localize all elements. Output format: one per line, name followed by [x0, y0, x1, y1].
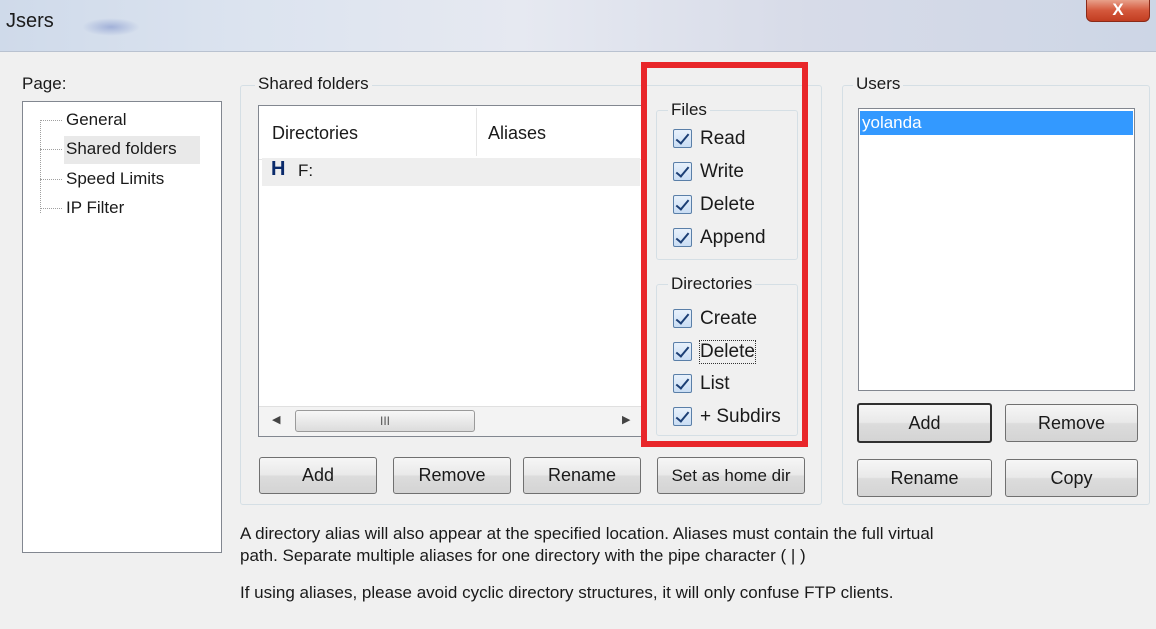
tree-connector [40, 208, 62, 209]
tree-item-ip-filter[interactable]: IP Filter [66, 198, 124, 218]
page-label: Page: [22, 74, 67, 93]
tree-connector [40, 149, 62, 150]
highlight-box [641, 62, 808, 447]
scroll-thumb[interactable]: III [295, 410, 475, 432]
shared-folders-label: Shared folders [255, 74, 372, 94]
column-aliases[interactable]: Aliases [488, 123, 546, 144]
alias-warning: If using aliases, please avoid cyclic di… [240, 583, 894, 602]
rename-user-button[interactable]: Rename [857, 459, 992, 497]
add-folder-button[interactable]: Add [259, 457, 377, 494]
home-dir-icon: H [271, 158, 286, 180]
column-separator [476, 108, 477, 156]
copy-user-button[interactable]: Copy [1005, 459, 1138, 497]
close-button[interactable]: X [1086, 0, 1150, 22]
title-blur [82, 18, 140, 36]
window-title: Jsers [6, 10, 54, 32]
users-label: Users [853, 74, 904, 94]
user-item-yolanda[interactable]: yolanda [860, 111, 1133, 135]
remove-folder-button[interactable]: Remove [393, 457, 511, 494]
users-list[interactable] [858, 108, 1135, 391]
title-bar [0, 0, 1156, 52]
tree-connector [40, 179, 62, 180]
scroll-left-icon[interactable]: ◀ [272, 413, 280, 426]
table-row[interactable] [262, 158, 640, 186]
scroll-right-icon[interactable]: ▶ [622, 413, 630, 426]
remove-user-button[interactable]: Remove [1005, 404, 1138, 442]
tree-connector [40, 120, 62, 121]
directory-cell: F: [298, 161, 314, 180]
set-home-dir-button[interactable]: Set as home dir [657, 457, 805, 494]
add-user-button[interactable]: Add [857, 403, 992, 443]
alias-note-line2: path. Separate multiple aliases for one … [240, 546, 806, 565]
tree-item-speed-limits[interactable]: Speed Limits [66, 169, 164, 189]
tree-connector [40, 120, 41, 213]
column-directories[interactable]: Directories [272, 123, 358, 144]
rename-folder-button[interactable]: Rename [523, 457, 641, 494]
tree-item-general[interactable]: General [66, 110, 126, 130]
alias-note-line1: A directory alias will also appear at th… [240, 524, 934, 543]
tree-item-shared-folders[interactable]: Shared folders [66, 139, 177, 159]
